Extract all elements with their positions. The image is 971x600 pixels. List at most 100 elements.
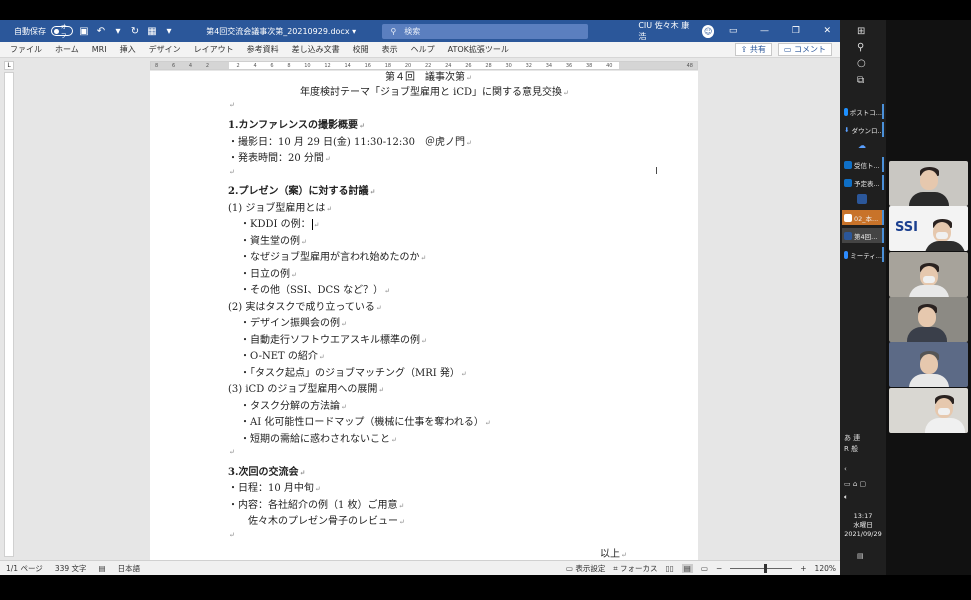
zoom-out-button[interactable]: − [716, 564, 722, 573]
ime-tray-2[interactable]: R 般 [844, 444, 858, 454]
comment-icon: ▭ [783, 45, 792, 54]
focus-button[interactable]: ⌗ フォーカス [613, 563, 657, 574]
doc-line: (3) iCD のジョブ型雇用への展開↵ [228, 384, 385, 395]
doc-line: ・タスク分解の方法論↵ [240, 401, 347, 412]
print-layout-icon[interactable]: ▤ [681, 564, 693, 573]
taskbar-app-inbox[interactable]: 受信ト... [842, 157, 884, 172]
dropdown-icon[interactable]: ▾ [112, 26, 124, 37]
search-icon: ⚲ [390, 26, 397, 36]
video-tile-6[interactable] [889, 388, 968, 433]
proofing-icon[interactable]: ▤ [99, 564, 106, 573]
task-view-icon[interactable]: ⧉ [857, 75, 864, 86]
volume-icon[interactable]: 🔈︎ [844, 493, 848, 502]
page-count[interactable]: 1/1 ページ [6, 563, 43, 574]
restore-icon[interactable]: ❐ [783, 26, 808, 36]
ruler-corner[interactable]: L [4, 61, 14, 70]
video-tile-1[interactable] [889, 161, 968, 206]
section-heading: 1.カンファレンスの撮影概要↵ [228, 120, 365, 131]
section-heading: 3.次回の交流会↵ [228, 467, 306, 478]
doc-line: ・資生堂の例↵ [240, 236, 307, 247]
doc-line: ・短期の需給に惑わされないこと↵ [240, 434, 397, 445]
language[interactable]: 日本語 [118, 563, 141, 574]
doc-line: ・「タスク起点」のジョブマッチング（MRI 発）↵ [240, 368, 467, 379]
document-page[interactable]: 第４回 議事次第↵ 年度検討テーマ「ジョブ型雇用と iCD」に関する意見交換↵ … [150, 71, 698, 566]
close-icon[interactable]: ✕ [815, 26, 840, 36]
user-avatar-icon[interactable]: ☺ [701, 24, 715, 38]
menu-mri[interactable]: MRI [92, 45, 107, 54]
taskbar-app-calendar[interactable]: 予定表... [842, 175, 884, 190]
menu-help[interactable]: ヘルプ [411, 44, 435, 55]
taskbar-app-ppt[interactable]: 02_本... [842, 210, 884, 225]
ime-tray[interactable]: あ 連 [844, 433, 860, 443]
vertical-ruler[interactable] [4, 72, 14, 557]
taskbar-app-onedrive-icon[interactable]: ☁ [858, 141, 866, 150]
ribbon-display-icon[interactable]: ▭ [720, 26, 745, 36]
doc-subtitle: 年度検討テーマ「ジョブ型雇用と iCD」に関する意見交換↵ [300, 87, 569, 98]
doc-line: ・日立の例↵ [240, 269, 297, 280]
video-tile-4[interactable] [889, 297, 968, 342]
doc-line: ・なぜジョブ型雇用が言われ始めたのか↵ [240, 252, 427, 263]
menu-atok[interactable]: ATOK拡張ツール [448, 44, 509, 55]
empty-paragraph: ↵ [229, 101, 235, 109]
menu-review[interactable]: 校閲 [353, 44, 369, 55]
clock[interactable]: 13:17 水曜日 2021/09/29 [840, 512, 886, 539]
menu-view[interactable]: 表示 [382, 44, 398, 55]
menu-references[interactable]: 参考資料 [247, 44, 279, 55]
zoom-slider[interactable] [730, 564, 793, 573]
status-bar: 1/1 ページ 339 文字 ▤ 日本語 ▭ 表示設定 ⌗ フォーカス ▯▯ ▤… [0, 560, 840, 575]
cortana-icon[interactable]: ○ [857, 58, 866, 69]
menu-layout[interactable]: レイアウト [194, 44, 234, 55]
read-mode-icon[interactable]: ▯▯ [666, 564, 674, 573]
battery-icon[interactable]: ▭ ⌂ ▢ [844, 480, 866, 488]
doc-line: ・その他（SSI、DCS など？）↵ [240, 285, 391, 296]
redo-icon[interactable]: ↻ [129, 26, 141, 37]
horizontal-ruler[interactable]: 8 6 4 2 2 4 6 8 10 12 14 16 18 20 22 24 … [150, 61, 698, 70]
doc-closing: 以上↵ [600, 549, 627, 560]
display-settings-icon: ▭ [565, 564, 573, 573]
document-title[interactable]: 第4回交流会議事次第_20210929.docx [206, 27, 349, 36]
search-box[interactable]: ⚲ 検索 [382, 23, 589, 39]
doc-line: ・AI 化可能性ロードマップ（機械に仕事を奪われる）↵ [240, 417, 491, 428]
taskbar-app-word-doc[interactable]: 第4回... [842, 228, 884, 243]
empty-paragraph: ↵ [229, 168, 235, 176]
doc-line: ・発表時間：20 分間↵ [228, 153, 331, 164]
menu-home[interactable]: ホーム [55, 44, 79, 55]
notification-icon[interactable]: ▤ [857, 552, 864, 560]
menu-file[interactable]: ファイル [10, 44, 42, 55]
doc-line: (2) 実はタスクで成り立っている↵ [228, 302, 382, 313]
doc-heading-partial: 第４回 議事次第↵ [385, 72, 472, 83]
text-cursor [311, 219, 313, 230]
share-button[interactable]: ⇪ 共有 [734, 43, 772, 56]
word-count[interactable]: 339 文字 [55, 563, 87, 574]
display-settings-button[interactable]: ▭ 表示設定 [566, 563, 605, 574]
video-tile-5[interactable] [889, 342, 968, 387]
tray-chevron-icon[interactable]: ‹ [844, 465, 847, 473]
video-tile-2[interactable]: SSI [889, 206, 968, 251]
doc-line: ・KDDI の例： ↵ [240, 219, 320, 230]
menu-insert[interactable]: 挿入 [120, 44, 136, 55]
taskbar-app-post[interactable]: ポストコ... [842, 104, 884, 119]
customize-icon[interactable]: ▾ [163, 26, 175, 37]
doc-line: ・自動走行ソフトウエアスキル標準の例↵ [240, 335, 427, 346]
menu-bar: ファイル ホーム MRI 挿入 デザイン レイアウト 参考資料 差し込み文書 校… [0, 42, 840, 58]
minimize-icon[interactable]: — [752, 26, 777, 36]
grid-icon[interactable]: ▦ [146, 26, 158, 37]
taskbar-app-word-icon[interactable] [857, 194, 867, 204]
zoom-in-button[interactable]: + [800, 564, 806, 573]
zoom-level[interactable]: 120% [815, 564, 836, 573]
taskbar-app-download[interactable]: ⬇ ダウンロ... [842, 122, 884, 137]
taskbar-app-meeting[interactable]: ミーティ... [842, 247, 884, 262]
ssi-logo: SSI [895, 220, 918, 235]
windows-icon[interactable]: ⊞ [857, 26, 865, 37]
comment-button[interactable]: ▭ コメント [777, 43, 832, 56]
web-layout-icon[interactable]: ▭ [701, 564, 708, 573]
video-tile-3[interactable] [889, 252, 968, 297]
menu-mailings[interactable]: 差し込み文書 [292, 44, 340, 55]
undo-icon[interactable]: ↶ [95, 26, 107, 37]
search-taskbar-icon[interactable]: ⚲ [857, 42, 864, 53]
doc-line: ・O-NET の紹介↵ [240, 351, 325, 362]
save-icon[interactable]: ▣ [78, 26, 90, 37]
autosave-toggle[interactable]: オフ [51, 24, 73, 40]
title-dropdown-icon[interactable]: ▾ [352, 27, 356, 36]
menu-design[interactable]: デザイン [149, 44, 181, 55]
